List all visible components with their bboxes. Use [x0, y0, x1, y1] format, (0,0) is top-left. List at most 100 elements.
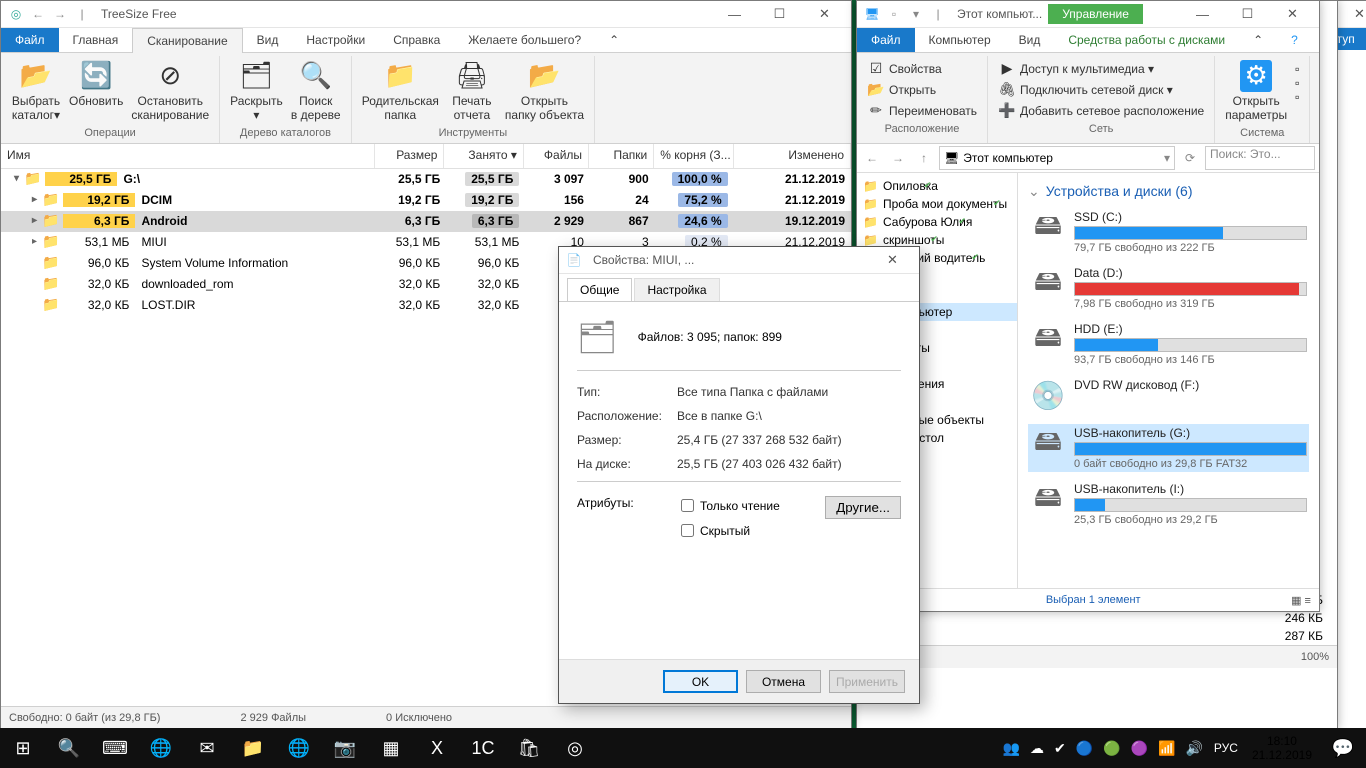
treesize-titlebar[interactable]: ◎ ← → | TreeSize Free — ☐ ✕	[1, 1, 851, 28]
lang[interactable]: РУС	[1214, 741, 1238, 755]
close-button[interactable]: ✕	[802, 1, 847, 27]
path-box[interactable]: 🖥Этот компьютер▾	[939, 146, 1175, 170]
taskbar-app[interactable]: ◎	[552, 728, 598, 768]
ribbon-collapse[interactable]: ⌃	[595, 28, 633, 52]
drives-header[interactable]: ⌄Устройства и диски (6)	[1028, 179, 1309, 208]
col-header[interactable]: Файлы	[524, 144, 589, 168]
ex-close[interactable]: ✕	[1270, 1, 1315, 27]
other-button[interactable]: Другие...	[825, 496, 901, 519]
cancel-button[interactable]: Отмена	[746, 670, 821, 693]
menu-tab[interactable]: Справка	[379, 28, 454, 52]
taskbar-app[interactable]: ⊞	[0, 728, 46, 768]
tray-icon[interactable]: 🟣	[1126, 740, 1153, 757]
menu-tab[interactable]: Желаете большего?	[454, 28, 595, 52]
minimize-button[interactable]: —	[712, 1, 757, 27]
taskbar-app[interactable]: 🌐	[276, 728, 322, 768]
tree-row[interactable]: ▸📁19,2 ГБDCIM19,2 ГБ19,2 ГБ1562475,2 %21…	[1, 190, 851, 211]
taskbar-app[interactable]: ▦	[368, 728, 414, 768]
rib-item[interactable]: 📂Открыть	[863, 79, 981, 100]
tree-row[interactable]: ▾📁25,5 ГБG:\25,5 ГБ25,5 ГБ3 097900100,0 …	[1, 169, 851, 190]
tray-icon[interactable]: 👥	[998, 740, 1025, 757]
chk-hidden[interactable]	[681, 524, 694, 537]
taskbar-app[interactable]: X	[414, 728, 460, 768]
help-icon[interactable]: ?	[1277, 28, 1312, 52]
tray-icon[interactable]: 🔊	[1180, 740, 1207, 757]
clock[interactable]: 18:10 21.12.2019	[1244, 734, 1320, 763]
ex-tab[interactable]: Компьютер	[915, 28, 1005, 52]
ribbon-collapse[interactable]: ⌃	[1239, 28, 1277, 52]
col-header[interactable]: Папки	[589, 144, 654, 168]
ex-tab[interactable]: Вид	[1005, 28, 1055, 52]
rib-item[interactable]: ✏Переименовать	[863, 100, 981, 121]
col-header[interactable]: Занято ▾	[444, 144, 523, 168]
open-settings[interactable]: ⚙Открытьпараметры	[1221, 58, 1291, 125]
taskbar-app[interactable]: 1C	[460, 728, 506, 768]
ex-min[interactable]: —	[1180, 1, 1225, 27]
tray-icon[interactable]: ☁	[1025, 740, 1049, 757]
rib-item[interactable]: ☑Свойства	[863, 58, 981, 79]
notifications-icon[interactable]: 💬	[1320, 728, 1366, 768]
col-header[interactable]: Имя	[1, 144, 375, 168]
drive-item[interactable]: 🖴USB-накопитель (I:)25,3 ГБ свободно из …	[1028, 480, 1309, 528]
nav-up[interactable]: ↑	[913, 147, 935, 169]
nav-item[interactable]: 📁Проба мои документы✔	[857, 195, 1017, 213]
drive-item[interactable]: 🖴SSD (C:)79,7 ГБ свободно из 222 ГБ	[1028, 208, 1309, 256]
back-icon[interactable]: ←	[28, 4, 48, 24]
drive-item[interactable]: 🖴Data (D:)7,98 ГБ свободно из 319 ГБ	[1028, 264, 1309, 312]
search-box[interactable]: Поиск: Это...	[1205, 146, 1315, 170]
ex-menu-file[interactable]: Файл	[857, 28, 915, 52]
menu-tab[interactable]: Главная	[59, 28, 133, 52]
ribbon-button[interactable]: 🖨Печатьотчета	[443, 58, 501, 125]
nav-item[interactable]: 📁Опиловка✔	[857, 177, 1017, 195]
taskbar-app[interactable]: ⌨	[92, 728, 138, 768]
ribbon-button[interactable]: 📂Открытьпапку объекта	[501, 58, 588, 125]
tray-icon[interactable]: ✔	[1049, 740, 1071, 757]
dlg-titlebar[interactable]: 📄 Свойства: MIUI, ... ✕	[559, 247, 919, 274]
maximize-button[interactable]: ☐	[757, 1, 802, 27]
dlg-close[interactable]: ✕	[870, 247, 915, 273]
fwd-icon[interactable]: →	[50, 4, 70, 24]
taskbar[interactable]: ⊞🔍⌨🌐✉📁🌐📷▦X1C🛍◎ 👥☁✔🔵🟢🟣📶🔊 РУС 18:10 21.12.…	[0, 728, 1366, 768]
menu-file[interactable]: Файл	[1, 28, 59, 52]
ribbon-button[interactable]: 🔍Поискв дереве	[287, 58, 345, 125]
nav-item[interactable]: 📁Сабурова Юлия✔	[857, 213, 1017, 231]
tab-customize[interactable]: Настройка	[634, 278, 719, 301]
ok-button[interactable]: OK	[663, 670, 738, 693]
column-headers[interactable]: ИмяРазмерЗанято ▾ФайлыПапки% корня (З...…	[1, 144, 851, 169]
ribbon-button[interactable]: ⊘Остановитьсканирование	[127, 58, 213, 125]
refresh-icon[interactable]: ⟳	[1179, 147, 1201, 169]
tray-icon[interactable]: 🟢	[1098, 740, 1125, 757]
chk-readonly[interactable]	[681, 499, 694, 512]
taskbar-app[interactable]: 🌐	[138, 728, 184, 768]
rib-item[interactable]: 🖇Подключить сетевой диск ▾	[994, 79, 1208, 100]
tab-general[interactable]: Общие	[567, 278, 632, 301]
taskbar-app[interactable]: 🛍	[506, 728, 552, 768]
nav-fwd[interactable]: →	[887, 147, 909, 169]
tree-row[interactable]: ▸📁6,3 ГБAndroid6,3 ГБ6,3 ГБ2 92986724,6 …	[1, 211, 851, 232]
bg-close[interactable]: ✕	[1337, 1, 1366, 27]
taskbar-app[interactable]: 🔍	[46, 728, 92, 768]
taskbar-app[interactable]: 📷	[322, 728, 368, 768]
menu-tab[interactable]: Вид	[243, 28, 293, 52]
menu-tab[interactable]: Настройки	[292, 28, 379, 52]
col-header[interactable]: % корня (З...	[654, 144, 733, 168]
ribbon-button[interactable]: 🔄Обновить	[65, 58, 127, 110]
ex-tab[interactable]: Средства работы с дисками	[1054, 28, 1239, 52]
view-icons[interactable]: ▦ ≡	[1291, 594, 1311, 607]
manage-tab[interactable]: Управление	[1048, 4, 1143, 24]
col-header[interactable]: Размер	[375, 144, 445, 168]
menu-tab[interactable]: Сканирование	[132, 28, 242, 53]
ribbon-button[interactable]: 🗂Раскрыть▾	[226, 58, 287, 125]
drive-item[interactable]: 🖴USB-накопитель (G:)0 байт свободно из 2…	[1028, 424, 1309, 472]
rib-item[interactable]: ▶Доступ к мультимедиа ▾	[994, 58, 1208, 79]
taskbar-app[interactable]: ✉	[184, 728, 230, 768]
ribbon-button[interactable]: 📁Родительскаяпапка	[358, 58, 443, 125]
drive-item[interactable]: 💿DVD RW дисковод (F:)	[1028, 376, 1309, 416]
tray-icon[interactable]: 📶	[1153, 740, 1180, 757]
file-row[interactable]: "JPG"287 КБ	[867, 627, 1327, 645]
ex-max[interactable]: ☐	[1225, 1, 1270, 27]
apply-button[interactable]: Применить	[829, 670, 905, 693]
col-header[interactable]: Изменено	[734, 144, 851, 168]
tray-icon[interactable]: 🔵	[1071, 740, 1098, 757]
rib-item[interactable]: ➕Добавить сетевое расположение	[994, 100, 1208, 121]
